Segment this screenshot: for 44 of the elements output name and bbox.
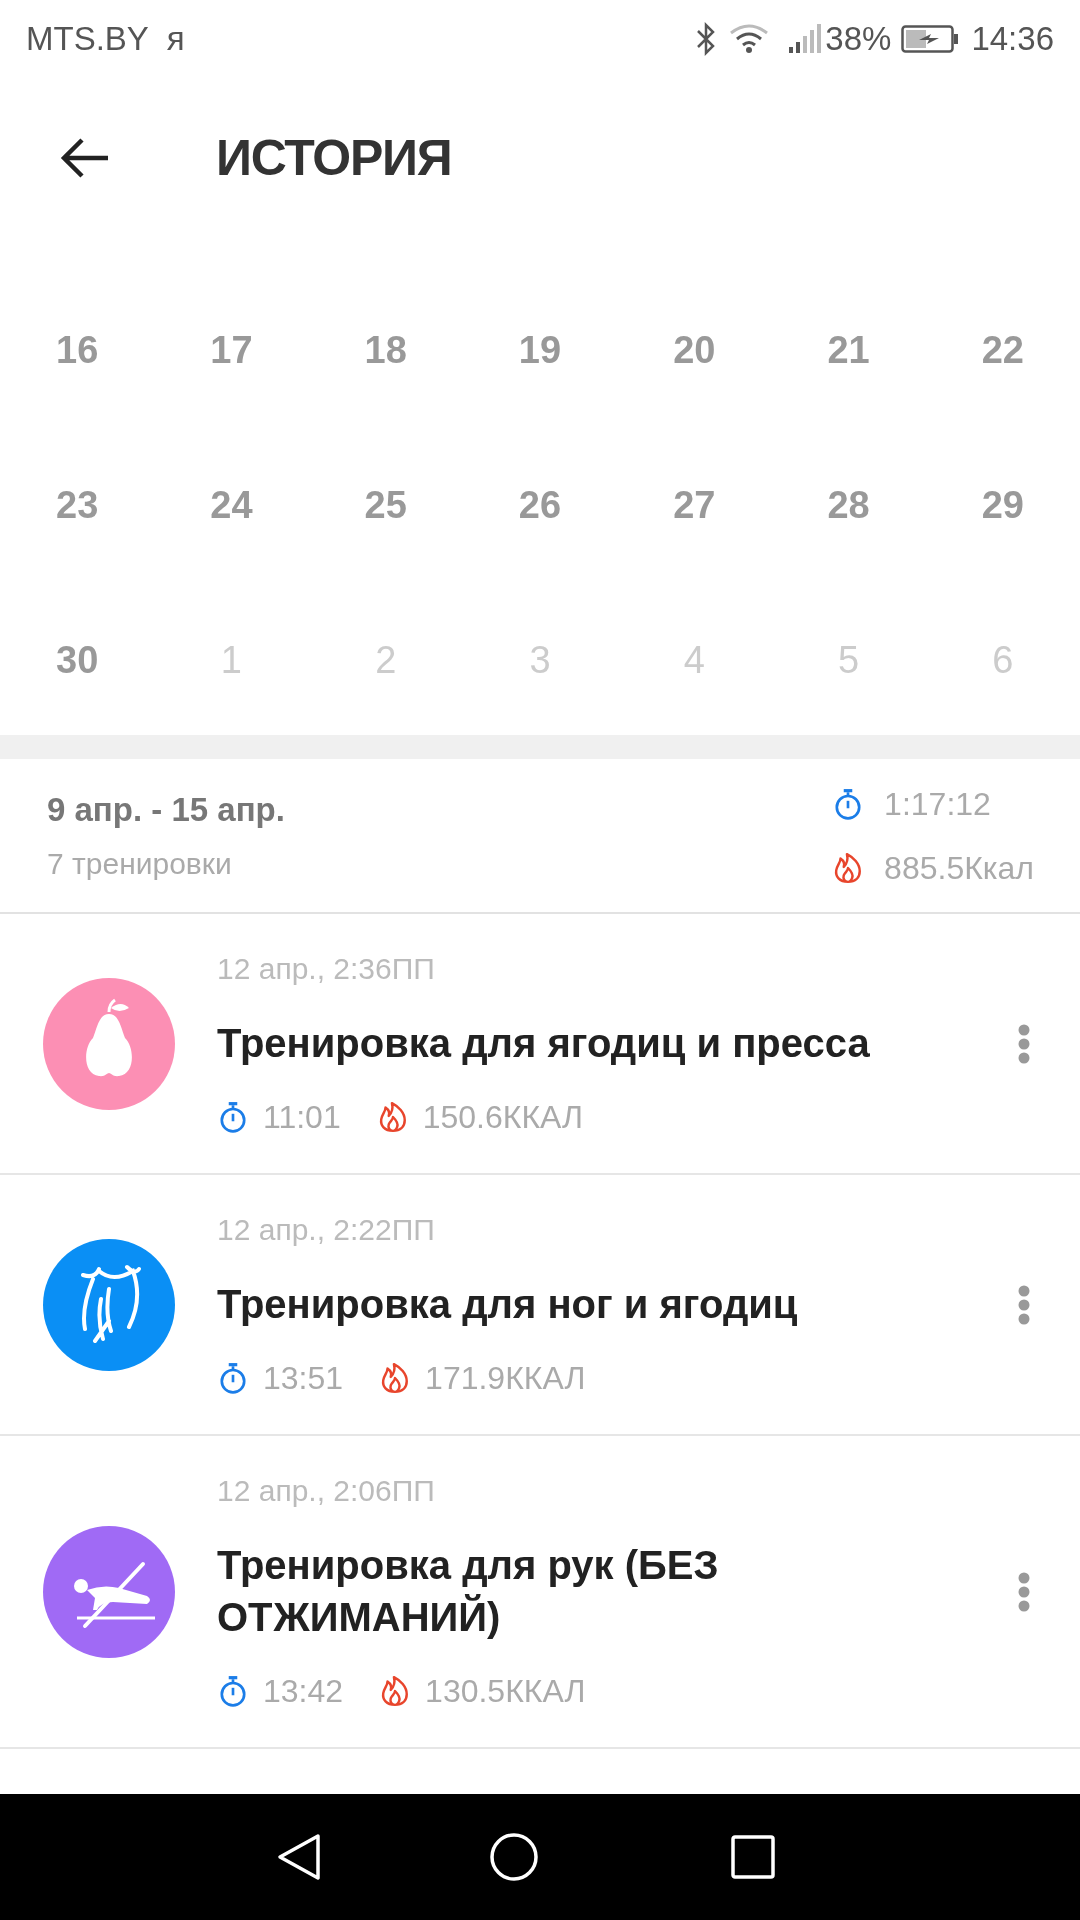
- recents-nav-icon[interactable]: [731, 1835, 775, 1879]
- home-nav-icon[interactable]: [489, 1832, 539, 1882]
- total-calories: 885.5Ккал: [884, 848, 1034, 888]
- calendar-day[interactable]: 26: [518, 477, 562, 534]
- calendar-day[interactable]: 18: [364, 322, 407, 379]
- workout-duration: 11:01: [263, 1098, 341, 1137]
- calendar-day[interactable]: 20: [673, 322, 716, 379]
- calendar-day[interactable]: 25: [364, 477, 407, 534]
- workout-calories: 150.6ККАЛ: [422, 1098, 584, 1137]
- calendar-day[interactable]: 16: [56, 322, 99, 379]
- workout-count: 7 тренировки: [47, 845, 233, 882]
- page-title: ИСТОРИЯ: [216, 128, 452, 188]
- calendar-day[interactable]: 27: [673, 477, 716, 534]
- workout-title[interactable]: Тренировка для рук (БЕЗ ОТЖИМАНИЙ): [217, 1539, 1014, 1643]
- carrier-extra: я: [166, 19, 185, 60]
- calendar-day[interactable]: 28: [827, 477, 870, 534]
- week-range: 9 апр. - 15 апр.: [47, 790, 286, 831]
- wifi-icon: [729, 23, 770, 55]
- total-duration: 1:17:12: [884, 784, 991, 824]
- stopwatch-icon: [217, 1101, 249, 1133]
- calendar-day[interactable]: 24: [210, 477, 253, 534]
- workout-title[interactable]: Тренировка для ног и ягодиц: [217, 1278, 1014, 1330]
- workout-calories: 130.5ККАЛ: [425, 1672, 586, 1711]
- workout-title[interactable]: Тренировка для ягодиц и пресса: [217, 1017, 1014, 1069]
- signal-icon: [787, 23, 824, 55]
- workout-date: 12 апр., 2:06ПП: [217, 1473, 436, 1509]
- workout-date: 12 апр., 2:22ПП: [217, 1212, 436, 1248]
- calendar-day[interactable]: 19: [518, 322, 562, 379]
- clock-time: 14:36: [971, 19, 1054, 60]
- workout-duration: 13:42: [263, 1672, 344, 1711]
- calendar-day[interactable]: 23: [56, 477, 99, 534]
- carrier-name: MTS.BY: [26, 19, 149, 60]
- stopwatch-icon: [217, 1675, 249, 1707]
- calendar-day[interactable]: 17: [210, 322, 253, 379]
- calendar-day[interactable]: 29: [981, 477, 1024, 534]
- workout-duration: 13:51: [263, 1359, 344, 1398]
- calendar-day[interactable]: 22: [981, 322, 1024, 379]
- workout-date: 12 апр., 2:36ПП: [217, 951, 436, 987]
- workout-calories: 171.9ККАЛ: [425, 1359, 586, 1398]
- battery-icon: [901, 24, 960, 54]
- calendar-day[interactable]: 30: [56, 632, 99, 689]
- calendar-day[interactable]: 21: [827, 322, 870, 379]
- battery-percent: 38%: [825, 19, 892, 60]
- stopwatch-icon: [217, 1362, 249, 1394]
